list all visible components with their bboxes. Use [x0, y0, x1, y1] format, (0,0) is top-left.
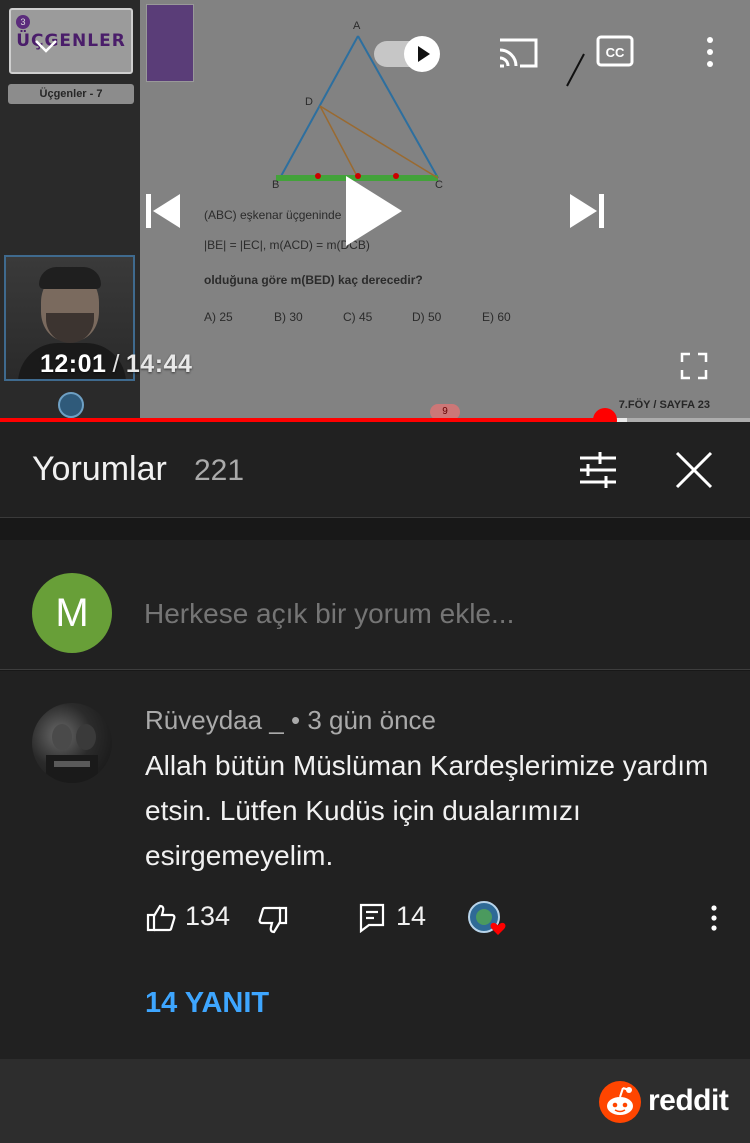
duration: 14:44	[125, 350, 193, 378]
bottom-bar: reddit	[0, 1059, 750, 1143]
comments-count: 221	[194, 454, 245, 487]
skip-next-icon[interactable]	[566, 190, 608, 232]
commenter-avatar[interactable]	[32, 703, 112, 783]
fullscreen-icon[interactable]	[680, 352, 708, 380]
comment-item: Rüveydaa _ • 3 gün önce Allah bütün Müsl…	[0, 671, 750, 1059]
cast-icon[interactable]	[496, 34, 540, 70]
comment-author[interactable]: Rüveydaa _	[145, 705, 284, 735]
reply-count: 14	[396, 901, 427, 931]
close-icon[interactable]	[674, 450, 714, 490]
sort-filter-icon[interactable]	[578, 450, 618, 490]
avatar: M	[32, 573, 112, 653]
thumbs-down-icon[interactable]	[258, 905, 288, 935]
comment-text: Allah bütün Müslüman Kardeşlerimize yard…	[145, 750, 709, 871]
current-time: 12:01	[40, 350, 107, 378]
comment-age: • 3 gün önce	[283, 705, 436, 735]
pen-stroke-mark	[566, 53, 585, 87]
comments-title: Yorumlar	[32, 450, 167, 488]
video-player[interactable]: 3 ÜÇGENLER Üçgenler - 7 A D B C (ABC) eş…	[0, 0, 750, 422]
more-vert-icon[interactable]	[706, 903, 722, 933]
time-separator: /	[112, 350, 120, 378]
time-readout: 12:01/14:44	[40, 350, 192, 379]
reddit-wordmark: reddit	[648, 1084, 729, 1117]
skip-previous-icon[interactable]	[142, 190, 184, 232]
add-comment-row: M	[0, 540, 750, 670]
section-divider	[0, 518, 750, 540]
chevron-down-icon[interactable]	[32, 36, 60, 56]
more-vert-icon[interactable]	[700, 34, 720, 70]
creator-heart-icon	[468, 899, 508, 939]
autoplay-toggle[interactable]	[374, 36, 446, 72]
comment-input[interactable]	[144, 594, 724, 634]
progress-scrubber-handle[interactable]	[592, 408, 617, 422]
thumbs-up-icon[interactable]	[146, 903, 176, 933]
view-replies-button[interactable]: 14 YANIT	[145, 987, 269, 1020]
comments-header: Yorumlar 221	[0, 422, 750, 518]
play-icon[interactable]	[342, 172, 406, 250]
svg-text:CC: CC	[606, 45, 625, 60]
autoplay-play-icon	[404, 36, 440, 72]
comment-author-meta: Rüveydaa _ • 3 gün önce	[145, 705, 436, 736]
like-count: 134	[185, 901, 231, 931]
reddit-logo-icon	[599, 1081, 641, 1123]
reply-icon[interactable]	[359, 903, 385, 934]
cc-icon[interactable]: CC	[596, 34, 634, 68]
